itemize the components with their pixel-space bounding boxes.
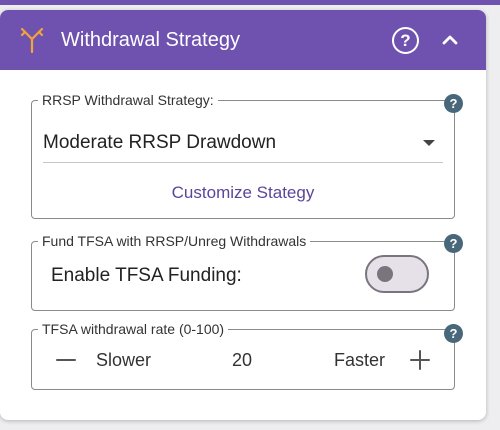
plus-icon[interactable]	[409, 349, 431, 371]
minus-icon[interactable]	[55, 349, 77, 371]
rrsp-strategy-legend: RRSP Withdrawal Strategy:	[42, 92, 214, 108]
chevron-up-icon[interactable]	[438, 28, 462, 52]
tfsa-funding-help-icon[interactable]: ?	[444, 234, 463, 253]
faster-label: Faster	[334, 350, 386, 370]
rrsp-help-icon[interactable]: ?	[444, 94, 463, 113]
dropdown-arrow-icon	[423, 140, 435, 146]
rrsp-strategy-value: Moderate RRSP Drawdown	[43, 132, 277, 153]
help-icon[interactable]: ?	[392, 27, 419, 54]
card-header[interactable]: Withdrawal Strategy ?	[0, 10, 486, 70]
card-title: Withdrawal Strategy	[61, 29, 240, 51]
customize-strategy-link[interactable]: Customize Stategy	[0, 183, 486, 203]
rrsp-strategy-select[interactable]: Moderate RRSP Drawdown	[43, 120, 443, 163]
tfsa-rate-help-icon[interactable]: ?	[444, 324, 463, 343]
tfsa-funding-legend: Fund TFSA with RRSP/Unreg Withdrawals	[42, 233, 307, 249]
fork-icon	[20, 27, 44, 54]
tfsa-funding-label: Enable TFSA Funding:	[51, 265, 242, 286]
rate-value: 20	[232, 350, 253, 370]
tfsa-funding-toggle[interactable]	[365, 255, 429, 293]
slower-label: Slower	[96, 350, 152, 370]
tfsa-rate-legend: TFSA withdrawal rate (0-100)	[42, 321, 225, 337]
top-accent-strip	[0, 0, 500, 5]
toggle-knob	[377, 266, 393, 282]
